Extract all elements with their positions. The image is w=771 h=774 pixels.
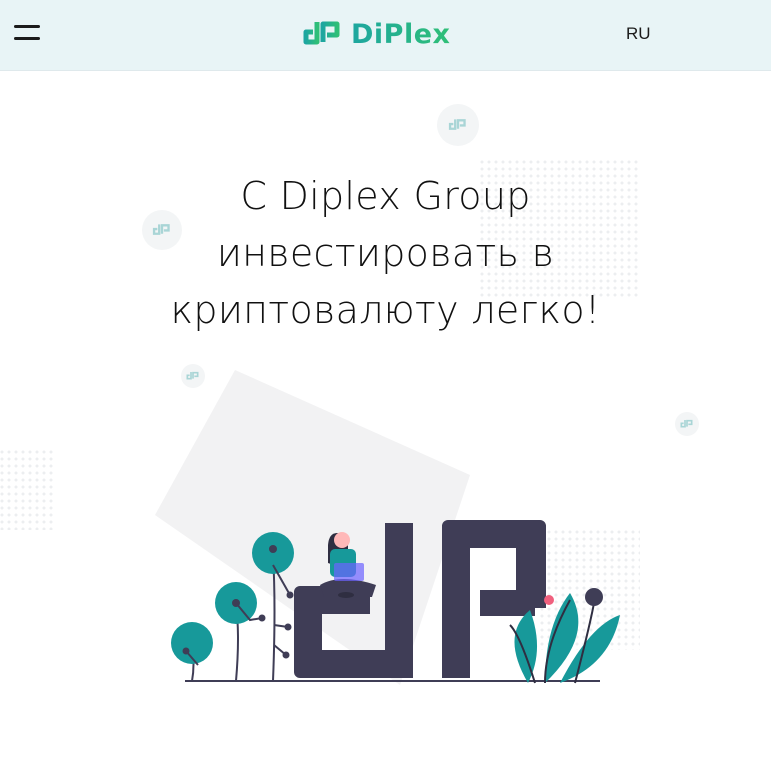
diplex-logo-mark-icon [680,419,693,428]
brand-name: DiPlex [351,18,451,50]
hero-illustration [155,370,620,685]
headline-line: С Diplex Group [240,174,531,218]
diplex-logo-mark-icon [303,21,340,45]
diplex-logo-mark-icon [448,119,466,130]
logo-bubble-decoration [437,104,479,146]
language-switch[interactable]: RU [626,24,651,44]
hamburger-menu-icon[interactable] [14,24,42,42]
hero-headline: С Diplex Group инвестировать в криптовал… [120,168,651,339]
headline-line: инвестировать в [216,231,555,275]
headline-line: криптовалюту легко! [170,288,601,332]
top-header: DiPlex RU [0,0,771,71]
logo-bubble-decoration [675,412,699,436]
dot-pattern-left [0,450,56,530]
brand-logo[interactable]: DiPlex [303,16,450,52]
